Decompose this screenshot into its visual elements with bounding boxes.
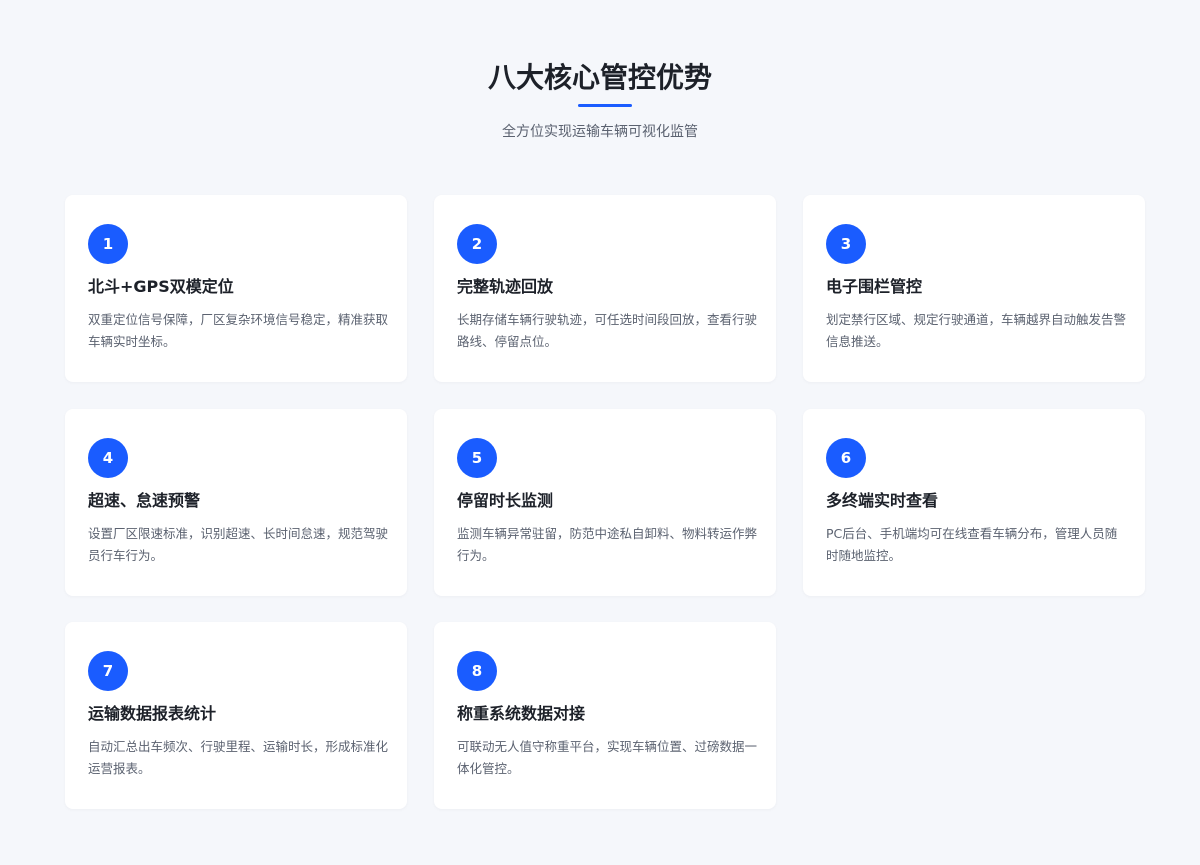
page-title: 八大核心管控优势 [487, 61, 712, 94]
feature-description: 自动汇总出车频次、行驶里程、运输时长，形成标准化运营报表。 [88, 739, 389, 776]
feature-card: 1 北斗+GPS双模定位 双重定位信号保障，厂区复杂环境信号稳定，精准获取车辆实… [65, 195, 407, 382]
feature-title: 多终端实时查看 [826, 491, 939, 510]
feature-title: 超速、怠速预警 [88, 491, 201, 510]
feature-title: 运输数据报表统计 [88, 704, 217, 723]
feature-number-badge: 1 [88, 224, 128, 264]
feature-card: 7 运输数据报表统计 自动汇总出车频次、行驶里程、运输时长，形成标准化运营报表。 [65, 622, 407, 809]
feature-title: 称重系统数据对接 [457, 704, 586, 723]
feature-card: 6 多终端实时查看 PC后台、手机端均可在线查看车辆分布，管理人员随时随地监控。 [803, 409, 1145, 596]
feature-card: 5 停留时长监测 监测车辆异常驻留，防范中途私自卸料、物料转运作弊行为。 [434, 409, 776, 596]
feature-description: 可联动无人值守称重平台，实现车辆位置、过磅数据一体化管控。 [457, 739, 758, 776]
title-underline [578, 104, 632, 107]
feature-description: 设置厂区限速标准，识别超速、长时间怠速，规范驾驶员行车行为。 [88, 526, 389, 563]
feature-description: 长期存储车辆行驶轨迹，可任选时间段回放，查看行驶路线、停留点位。 [457, 312, 758, 349]
feature-title: 北斗+GPS双模定位 [88, 277, 234, 296]
feature-title: 完整轨迹回放 [457, 277, 554, 296]
feature-number-badge: 4 [88, 438, 128, 478]
feature-description: PC后台、手机端均可在线查看车辆分布，管理人员随时随地监控。 [826, 526, 1118, 563]
feature-card: 8 称重系统数据对接 可联动无人值守称重平台，实现车辆位置、过磅数据一体化管控。 [434, 622, 776, 809]
feature-number-badge: 5 [457, 438, 497, 478]
feature-title: 停留时长监测 [457, 491, 554, 510]
feature-number-badge: 6 [826, 438, 866, 478]
feature-title: 电子围栏管控 [826, 277, 923, 296]
page-subtitle: 全方位实现运输车辆可视化监管 [502, 124, 698, 140]
feature-description: 双重定位信号保障，厂区复杂环境信号稳定，精准获取车辆实时坐标。 [88, 312, 389, 349]
feature-card: 3 电子围栏管控 划定禁行区域、规定行驶通道，车辆越界自动触发告警信息推送。 [803, 195, 1145, 382]
feature-number-badge: 8 [457, 651, 497, 691]
feature-number-badge: 2 [457, 224, 497, 264]
feature-description: 划定禁行区域、规定行驶通道，车辆越界自动触发告警信息推送。 [826, 312, 1127, 349]
feature-card: 4 超速、怠速预警 设置厂区限速标准，识别超速、长时间怠速，规范驾驶员行车行为。 [65, 409, 407, 596]
feature-description: 监测车辆异常驻留，防范中途私自卸料、物料转运作弊行为。 [457, 526, 758, 563]
feature-card: 2 完整轨迹回放 长期存储车辆行驶轨迹，可任选时间段回放，查看行驶路线、停留点位… [434, 195, 776, 382]
feature-number-badge: 7 [88, 651, 128, 691]
feature-number-badge: 3 [826, 224, 866, 264]
